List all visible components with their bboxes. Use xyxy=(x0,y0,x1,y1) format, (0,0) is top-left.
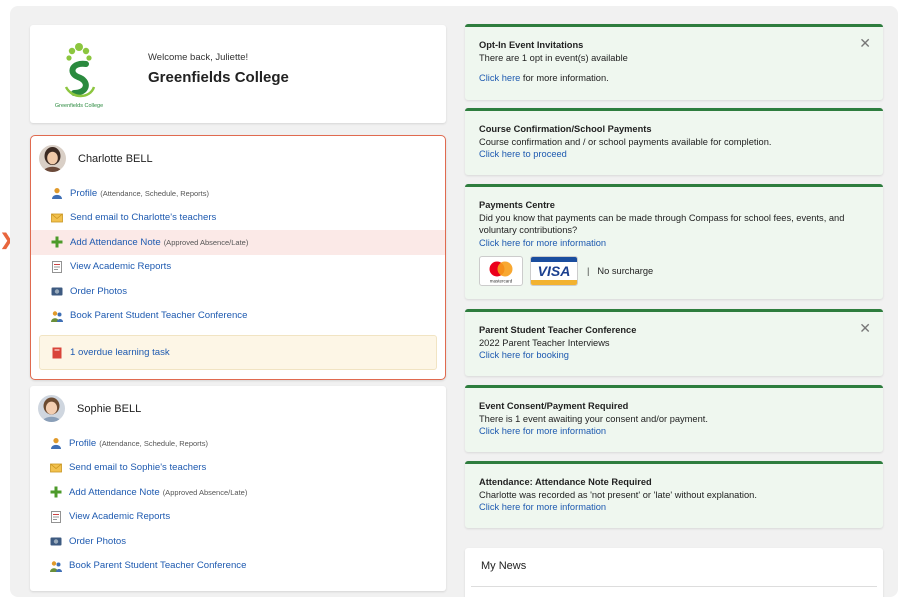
task-book-icon xyxy=(51,347,63,359)
notice-attendance-note: Attendance: Attendance Note Required Cha… xyxy=(465,461,883,528)
report-icon xyxy=(51,260,63,273)
camera-icon xyxy=(50,535,62,547)
click-here-link[interactable]: Click here xyxy=(479,73,520,83)
school-name: Greenfields College xyxy=(148,69,289,86)
order-photos-link[interactable]: Order Photos xyxy=(30,529,446,554)
profile-link[interactable]: Profile (Attendance, Schedule, Reports) xyxy=(30,431,446,456)
avatar xyxy=(39,145,66,172)
svg-text:mastercard: mastercard xyxy=(490,279,513,284)
notice-opt-in-events: ✕ Opt-In Event Invitations There are 1 o… xyxy=(465,24,883,100)
close-icon[interactable]: ✕ xyxy=(859,321,871,335)
my-news-panel: My News xyxy=(465,548,883,597)
add-attendance-note-link[interactable]: Add Attendance Note (Approved Absence/La… xyxy=(31,230,445,255)
click-here-link[interactable]: Click here for booking xyxy=(479,350,569,360)
person-icon xyxy=(50,437,62,450)
plus-icon xyxy=(51,236,63,248)
news-title: My News xyxy=(481,560,527,572)
click-here-link[interactable]: Click here for more information xyxy=(479,238,606,248)
send-email-link[interactable]: Send email to Charlotte's teachers xyxy=(31,206,445,231)
avatar xyxy=(38,395,65,422)
click-here-link[interactable]: Click here for more information xyxy=(479,502,606,512)
plus-icon xyxy=(50,486,62,498)
welcome-message: Welcome back, Juliette! xyxy=(148,52,249,63)
notice-event-consent: Event Consent/Payment Required There is … xyxy=(465,385,883,452)
student-card-sophie: Sophie BELL Profile (Attendance, Schedul… xyxy=(30,386,446,591)
notice-conference: ✕ Parent Student Teacher Conference 2022… xyxy=(465,309,883,376)
view-academic-reports-link[interactable]: View Academic Reports xyxy=(31,255,445,280)
welcome-card: Greenfields College Welcome back, Juliet… xyxy=(30,25,446,123)
view-academic-reports-link[interactable]: View Academic Reports xyxy=(30,505,446,530)
profile-link[interactable]: Profile (Attendance, Schedule, Reports) xyxy=(31,181,445,206)
click-here-link[interactable]: Click here for more information xyxy=(479,426,606,436)
logo-caption: Greenfields College xyxy=(55,103,103,109)
book-conference-link[interactable]: Book Parent Student Teacher Conference xyxy=(31,304,445,329)
visa-icon: VISA xyxy=(530,256,578,287)
people-icon xyxy=(50,560,62,572)
camera-icon xyxy=(51,285,63,297)
dashboard-frame: Greenfields College Welcome back, Juliet… xyxy=(10,6,898,597)
school-logo: Greenfields College xyxy=(55,43,103,109)
notice-course-confirmation: Course Confirmation/School Payments Cour… xyxy=(465,108,883,175)
click-here-link[interactable]: Click here to proceed xyxy=(479,149,567,159)
close-icon[interactable]: ✕ xyxy=(859,36,871,50)
student-name: Charlotte BELL xyxy=(78,152,153,165)
notice-payments-centre: Payments Centre Did you know that paymen… xyxy=(465,184,883,299)
send-email-link[interactable]: Send email to Sophie's teachers xyxy=(30,456,446,481)
order-photos-link[interactable]: Order Photos xyxy=(31,279,445,304)
envelope-icon xyxy=(50,462,62,474)
student-name: Sophie BELL xyxy=(77,402,142,415)
overdue-task-item[interactable]: 1 overdue learning task xyxy=(39,335,437,370)
news-list xyxy=(471,586,877,597)
person-icon xyxy=(51,187,63,200)
surcharge-label: No surcharge xyxy=(597,266,654,277)
student-card-charlotte: Charlotte BELL Profile (Attendance, Sche… xyxy=(30,135,446,380)
mastercard-icon: mastercard xyxy=(479,256,523,287)
report-icon xyxy=(50,510,62,523)
envelope-icon xyxy=(51,212,63,224)
book-conference-link[interactable]: Book Parent Student Teacher Conference xyxy=(30,554,446,579)
add-attendance-note-link[interactable]: Add Attendance Note (Approved Absence/La… xyxy=(30,480,446,505)
people-icon xyxy=(51,310,63,322)
